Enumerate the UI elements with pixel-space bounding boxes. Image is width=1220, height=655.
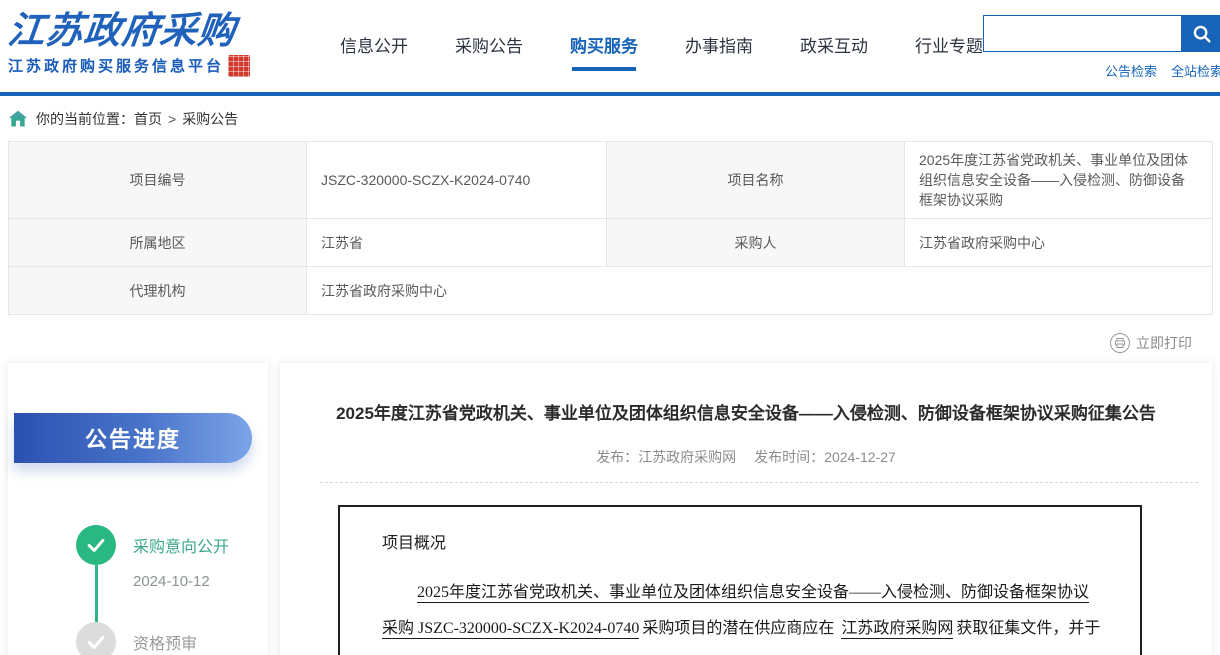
home-icon	[8, 109, 28, 129]
print-icon	[1110, 333, 1130, 353]
logo-title: 江苏政府采购	[6, 10, 322, 51]
agency-value: 江苏省政府采购中心	[307, 267, 1213, 315]
main-nav: 信息公开 采购公告 购买服务 办事指南 政采互动 行业专题	[340, 32, 983, 71]
check-icon	[76, 525, 116, 565]
project-info-table: 项目编号 JSZC-320000-SCZX-K2024-0740 项目名称 20…	[8, 141, 1213, 315]
purchaser-value: 江苏省政府采购中心	[905, 219, 1213, 267]
timeline-connector	[95, 565, 98, 625]
nav-item-industry-topics[interactable]: 行业专题	[915, 32, 983, 71]
progress-banner: 公告进度	[14, 413, 252, 463]
project-number-value: JSZC-320000-SCZX-K2024-0740	[307, 142, 607, 219]
progress-sidebar: 公告进度 采购意向公开 2024-10-12 资格预	[8, 363, 268, 655]
site-search-link[interactable]: 全站检索	[1171, 61, 1220, 80]
overview-heading: 项目概况	[382, 529, 1102, 553]
content-panels: 公告进度 采购意向公开 2024-10-12 资格预	[0, 363, 1220, 655]
timeline-label: 采购意向公开	[133, 525, 268, 557]
source-site-underlined[interactable]: 江苏政府采购网	[841, 620, 953, 639]
project-overview-box: 项目概况 2025年度江苏省党政机关、事业单位及团体组织信息安全设备——入侵检测…	[338, 505, 1142, 655]
breadcrumb-current: 采购公告	[182, 109, 238, 129]
search-input[interactable]	[983, 15, 1181, 52]
overview-paragraph: 2025年度江苏省党政机关、事业单位及团体组织信息安全设备——入侵检测、防御设备…	[382, 575, 1102, 655]
project-name-label: 项目名称	[607, 142, 905, 219]
region-value: 江苏省	[307, 219, 607, 267]
nav-item-info-disclosure[interactable]: 信息公开	[340, 32, 408, 71]
search-area: 公告检索 全站检索	[983, 15, 1220, 80]
project-name-value: 2025年度江苏省党政机关、事业单位及团体组织信息安全设备——入侵检测、防御设备…	[905, 142, 1213, 219]
announcement-article: 2025年度江苏省党政机关、事业单位及团体组织信息安全设备——入侵检测、防御设备…	[280, 363, 1212, 655]
nav-item-buy-services[interactable]: 购买服务	[570, 32, 638, 71]
nav-item-guide[interactable]: 办事指南	[685, 32, 753, 71]
seal-icon	[228, 55, 250, 77]
timeline-label: 资格预审	[133, 622, 268, 654]
paragraph-text: 获取征集文件，并于	[956, 620, 1100, 637]
publish-time-label: 发布时间：	[754, 449, 824, 465]
progress-timeline: 采购意向公开 2024-10-12 资格预审	[76, 525, 268, 655]
nav-item-interaction[interactable]: 政采互动	[800, 32, 868, 71]
breadcrumb-home-link[interactable]: 首页	[134, 109, 162, 129]
agency-label: 代理机构	[9, 267, 307, 315]
announcement-search-link[interactable]: 公告检索	[1105, 61, 1157, 80]
paragraph-text: 采购项目的潜在供应商应在	[642, 620, 834, 637]
table-row: 项目编号 JSZC-320000-SCZX-K2024-0740 项目名称 20…	[9, 142, 1213, 219]
region-label: 所属地区	[9, 219, 307, 267]
purchaser-label: 采购人	[607, 219, 905, 267]
breadcrumb-prefix: 你的当前位置：	[36, 109, 134, 129]
search-button[interactable]	[1181, 15, 1220, 52]
article-meta: 发布：江苏政府采购网 发布时间：2024-12-27	[280, 447, 1212, 467]
search-icon	[1191, 23, 1213, 45]
breadcrumb-separator: >	[168, 111, 176, 127]
check-icon	[76, 622, 116, 655]
site-logo[interactable]: 江苏政府采购 江苏政府购买服务信息平台	[8, 10, 320, 77]
meta-divider	[320, 482, 1198, 483]
timeline-item-prequalification: 资格预审	[76, 622, 268, 655]
table-row: 所属地区 江苏省 采购人 江苏省政府采购中心	[9, 219, 1213, 267]
publisher-label: 发布：	[596, 449, 638, 465]
print-label: 立即打印	[1136, 333, 1192, 353]
publish-time-value: 2024-12-27	[824, 449, 896, 465]
timeline-date: 2024-10-12	[133, 573, 268, 590]
timeline-item-intent-published: 采购意向公开 2024-10-12	[76, 525, 268, 622]
breadcrumb: 你的当前位置： 首页 > 采购公告	[0, 96, 1220, 141]
page-title: 2025年度江苏省党政机关、事业单位及团体组织信息安全设备——入侵检测、防御设备…	[280, 401, 1212, 427]
print-button[interactable]: 立即打印	[0, 331, 1192, 355]
project-number-label: 项目编号	[9, 142, 307, 219]
logo-subtitle: 江苏政府购买服务信息平台	[8, 55, 224, 76]
header: 江苏政府采购 江苏政府购买服务信息平台 信息公开 采购公告 购买服务 办事指南 …	[0, 0, 1220, 92]
table-row: 代理机构 江苏省政府采购中心	[9, 267, 1213, 315]
nav-item-procurement-notices[interactable]: 采购公告	[455, 32, 523, 71]
publisher-value: 江苏政府采购网	[638, 449, 736, 465]
